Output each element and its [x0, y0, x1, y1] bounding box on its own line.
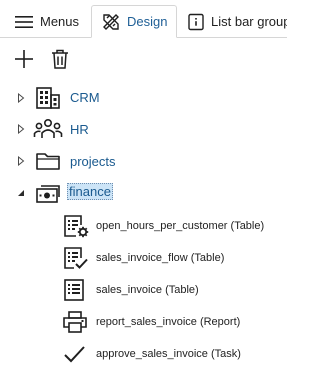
expand-arrow-icon[interactable] — [15, 92, 27, 104]
tab-label: List bar groups — [211, 14, 287, 29]
folder-icon — [35, 150, 61, 177]
tree-item-projects[interactable]: projects — [0, 146, 287, 176]
tree-item-open-hours-per-customer[interactable]: open_hours_per_customer (Table) — [0, 211, 287, 241]
tree-item-finance[interactable]: finance — [0, 178, 287, 208]
tree-item-crm[interactable]: CRM — [0, 83, 287, 113]
money-icon — [35, 183, 63, 210]
expand-arrow-icon[interactable] — [15, 123, 27, 135]
tab-menus[interactable]: Menus — [14, 5, 79, 38]
people-icon — [33, 118, 63, 145]
tab-design[interactable]: Design — [91, 5, 177, 38]
collapse-arrow-icon[interactable] — [15, 187, 27, 199]
tree-item-label: HR — [70, 122, 89, 137]
tree-item-label: report_sales_invoice (Report) — [96, 316, 241, 328]
table-check-icon — [62, 245, 90, 276]
tree-item-label: open_hours_per_customer (Table) — [96, 220, 265, 232]
tab-list-bar-groups[interactable]: List bar groups — [187, 5, 287, 38]
add-button[interactable] — [13, 48, 35, 70]
table-settings-icon — [62, 213, 90, 244]
tree-item-label: CRM — [70, 90, 100, 105]
tree-item-sales-invoice[interactable]: sales_invoice (Table) — [0, 275, 287, 305]
tab-bar: Menus Design List bar group — [0, 0, 287, 38]
delete-button[interactable] — [49, 48, 71, 70]
tree-item-label: approve_sales_invoice (Task) — [96, 348, 241, 360]
tree-item-label: projects — [70, 154, 116, 169]
tree-item-report-sales-invoice[interactable]: report_sales_invoice (Report) — [0, 307, 287, 337]
tree-item-approve-sales-invoice[interactable]: approve_sales_invoice (Task) — [0, 339, 287, 369]
hamburger-icon — [14, 14, 34, 30]
tree-item-label: sales_invoice (Table) — [96, 284, 199, 296]
tree-item-partial — [0, 370, 287, 378]
tree-item-hr[interactable]: HR — [0, 114, 287, 144]
menu-designer: Menus Design List bar group CRM HR proje… — [0, 0, 287, 378]
checkmark-icon — [62, 342, 88, 371]
tree-item-sales-invoice-flow[interactable]: sales_invoice_flow (Table) — [0, 243, 287, 273]
plus-icon — [15, 50, 33, 68]
tree-item-label: sales_invoice_flow (Table) — [96, 252, 225, 264]
printer-icon — [61, 309, 89, 340]
building-icon — [35, 86, 61, 115]
tab-label: Menus — [40, 14, 80, 29]
table-icon — [62, 277, 88, 308]
design-tools-icon — [101, 12, 121, 32]
partial-item-icon — [37, 372, 61, 378]
expand-arrow-icon[interactable] — [15, 155, 27, 167]
tab-label: Design — [127, 14, 168, 29]
list-bar-icon — [187, 13, 205, 31]
trash-icon — [52, 49, 68, 69]
tree-item-label: finance — [67, 183, 113, 200]
